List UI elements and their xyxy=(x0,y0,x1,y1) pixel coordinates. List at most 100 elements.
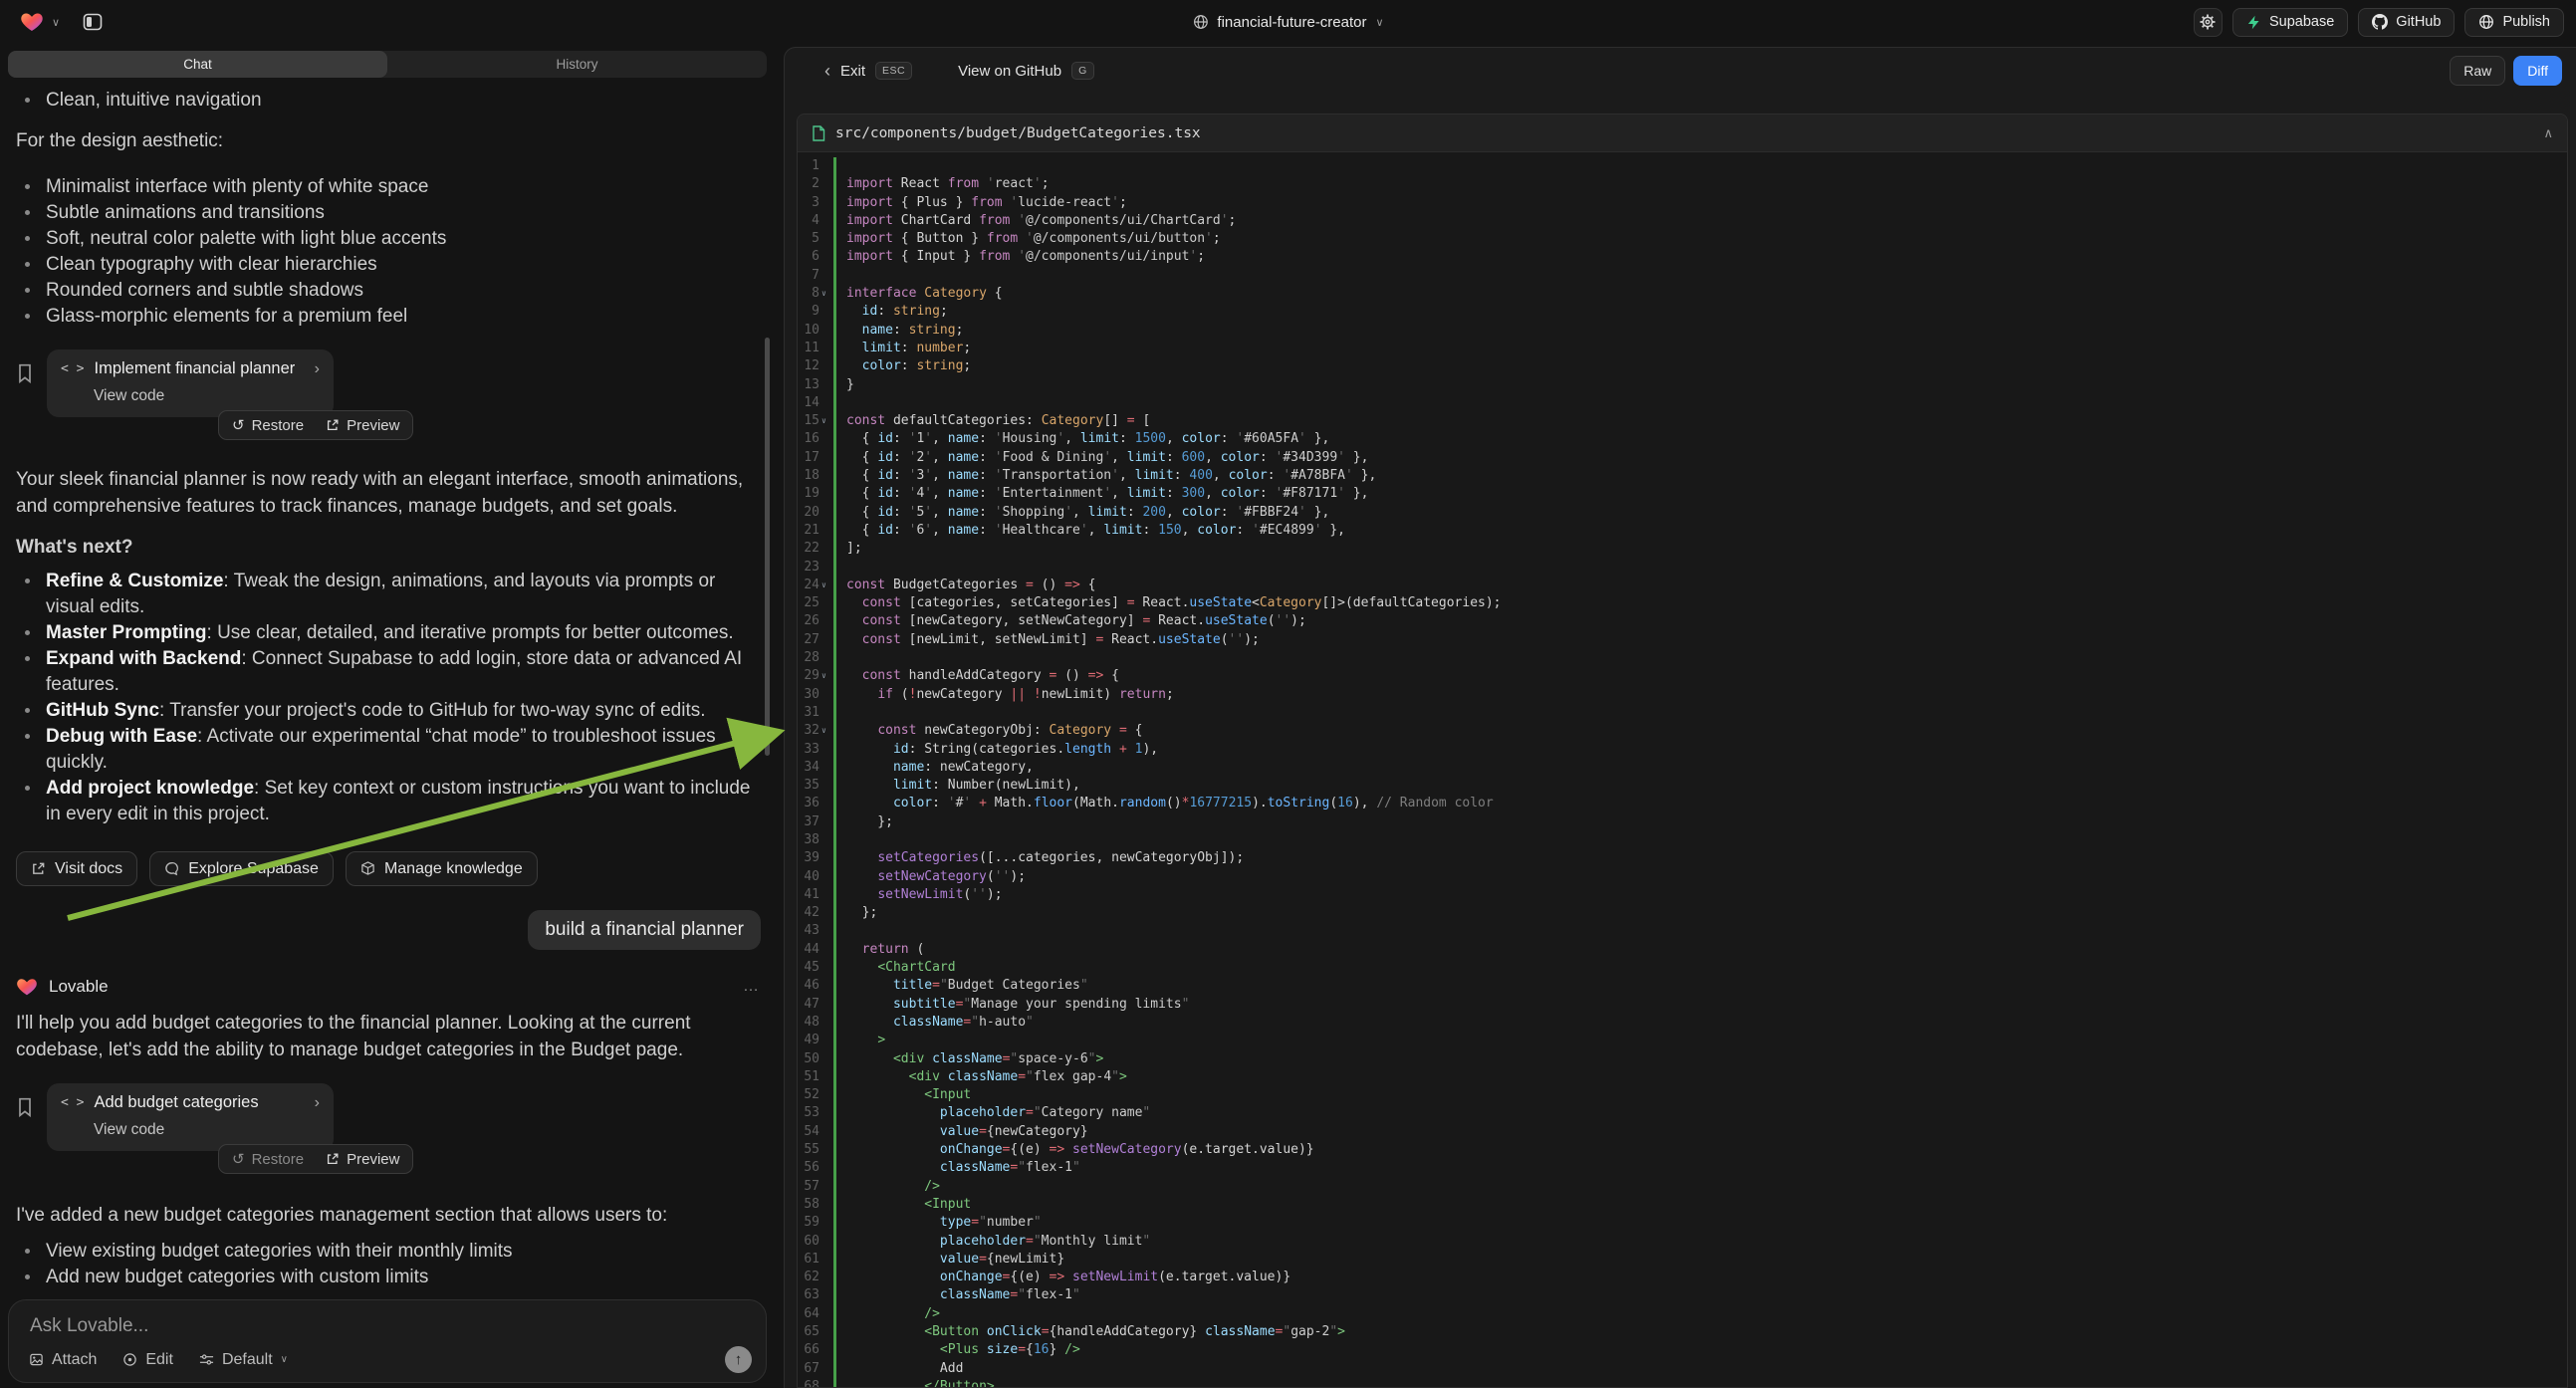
code-line-text xyxy=(836,922,846,940)
list-item-bold: Master Prompting xyxy=(46,622,207,643)
list-item: Minimalist interface with plenty of whit… xyxy=(16,174,761,200)
code-line-text: color: string; xyxy=(836,357,971,375)
mode-selector[interactable]: Default ∨ xyxy=(199,1351,288,1369)
publish-button[interactable]: Publish xyxy=(2464,8,2564,37)
preview-button[interactable]: Preview xyxy=(326,417,399,434)
file-header[interactable]: src/components/budget/BudgetCategories.t… xyxy=(798,115,2567,152)
line-number: 62 xyxy=(804,1269,820,1286)
fold-chevron-icon[interactable]: ∨ xyxy=(821,722,829,740)
visit-docs-button[interactable]: Visit docs xyxy=(16,851,137,886)
restore-button[interactable]: ↺ Restore xyxy=(232,1150,304,1168)
send-button[interactable]: ↑ xyxy=(725,1346,752,1373)
line-number: 34 xyxy=(804,759,820,777)
supabase-button[interactable]: Supabase xyxy=(2232,8,2348,37)
composer-input[interactable]: Ask Lovable... xyxy=(9,1300,766,1337)
code-line: 9 id: string; xyxy=(798,303,2567,321)
edit-label: Edit xyxy=(145,1351,173,1369)
github-button[interactable]: GitHub xyxy=(2358,8,2455,37)
code-line-text: { id: '3', name: 'Transportation', limit… xyxy=(836,467,1376,485)
chat-bubble-icon xyxy=(164,861,179,876)
line-number: 40 xyxy=(804,868,820,886)
sidebar-toggle-button[interactable] xyxy=(78,7,108,37)
code-line-text: ]; xyxy=(836,540,862,558)
code-line-text: const [newCategory, setNewCategory] = Re… xyxy=(836,612,1306,630)
project-selector[interactable]: financial-future-creator ∨ xyxy=(1192,0,1383,44)
settings-button[interactable] xyxy=(2194,8,2223,37)
restore-label: Restore xyxy=(252,417,305,434)
code-line: 1 xyxy=(798,157,2567,175)
line-number: 65 xyxy=(804,1323,820,1341)
diff-button[interactable]: Diff xyxy=(2513,56,2562,86)
chevron-down-icon: ∨ xyxy=(281,1354,288,1365)
tab-history[interactable]: History xyxy=(387,51,767,78)
code-line-text: className="flex-1" xyxy=(836,1159,1080,1177)
code-line-text: onChange={(e) => setNewCategory(e.target… xyxy=(836,1141,1314,1159)
list-item-bold: Refine & Customize xyxy=(46,571,223,591)
preview-button[interactable]: Preview xyxy=(326,1151,399,1168)
code-line: 38 xyxy=(798,831,2567,849)
code-line-text: const handleAddCategory = () => { xyxy=(836,667,1119,685)
exit-button[interactable]: Exit xyxy=(840,63,865,80)
code-line: 17 { id: '2', name: 'Food & Dining', lim… xyxy=(798,449,2567,467)
edit-button[interactable]: Edit xyxy=(122,1351,173,1369)
code-line-text: import { Input } from '@/components/ui/i… xyxy=(836,248,1205,266)
fold-chevron-icon[interactable]: ∨ xyxy=(821,667,829,685)
list-item-bold: Expand with Backend xyxy=(46,648,241,669)
view-code-link[interactable]: View code xyxy=(94,1121,320,1139)
fold-chevron-icon[interactable]: ∨ xyxy=(821,577,829,594)
code-line: 7 xyxy=(798,267,2567,285)
logo-chevron-down-icon[interactable]: ∨ xyxy=(52,16,60,29)
chat-history-tabs: Chat History xyxy=(8,51,767,78)
view-code-link[interactable]: View code xyxy=(94,387,320,405)
code-line-text: { id: '5', name: 'Shopping', limit: 200,… xyxy=(836,504,1329,522)
fold-chevron-icon[interactable]: ∨ xyxy=(821,285,829,303)
manage-knowledge-button[interactable]: Manage knowledge xyxy=(346,851,538,886)
message-menu-ellipsis-icon[interactable]: … xyxy=(743,978,761,996)
attach-button[interactable]: Attach xyxy=(29,1351,97,1369)
restore-button[interactable]: ↺ Restore xyxy=(232,416,304,434)
version-card-add-budget-categories[interactable]: < > Add budget categories › View code xyxy=(47,1083,334,1151)
line-number: 67 xyxy=(804,1360,820,1378)
code-line: 21 { id: '6', name: 'Healthcare', limit:… xyxy=(798,522,2567,540)
list-item: Refine & Customize: Tweak the design, an… xyxy=(16,569,761,620)
list-item: Add project knowledge: Set key context o… xyxy=(16,776,761,827)
tab-chat[interactable]: Chat xyxy=(8,51,387,78)
code-line: 28 xyxy=(798,649,2567,667)
list-item: View existing budget categories with the… xyxy=(16,1239,761,1265)
code-line-text: const [newLimit, setNewLimit] = React.us… xyxy=(836,631,1260,649)
code-line-text: }; xyxy=(836,813,893,831)
code-line: 5import { Button } from '@/components/ui… xyxy=(798,230,2567,248)
view-on-github-button[interactable]: View on GitHub xyxy=(958,63,1061,80)
version-card-implement-financial-planner[interactable]: < > Implement financial planner › View c… xyxy=(47,349,334,417)
code-line-text: <div className="space-y-6"> xyxy=(836,1050,1103,1068)
line-number: 22 xyxy=(804,540,820,558)
line-number: 26 xyxy=(804,612,820,630)
code-line-text: const [categories, setCategories] = Reac… xyxy=(836,594,1502,612)
chat-composer[interactable]: Ask Lovable... Attach Edit xyxy=(8,1299,767,1383)
code-line: 11 limit: number; xyxy=(798,340,2567,357)
line-number: 2 xyxy=(812,175,820,193)
bookmark-icon[interactable] xyxy=(16,363,34,383)
line-number: 54 xyxy=(804,1123,820,1141)
code-line-text: id: String(categories.length + 1), xyxy=(836,741,1158,759)
raw-button[interactable]: Raw xyxy=(2450,56,2505,86)
chat-scrollbar-thumb[interactable] xyxy=(765,338,770,756)
lovable-logo-icon[interactable] xyxy=(20,10,44,34)
fold-chevron-icon[interactable]: ∨ xyxy=(821,412,829,430)
github-icon xyxy=(2372,14,2388,30)
explore-supabase-button[interactable]: Explore Supabase xyxy=(149,851,334,886)
code-line: 46 title="Budget Categories" xyxy=(798,977,2567,995)
explore-supabase-label: Explore Supabase xyxy=(188,860,319,878)
code-line-text: /> xyxy=(836,1305,940,1323)
list-item: Expand with Backend: Connect Supabase to… xyxy=(16,646,761,698)
code-line-text: subtitle="Manage your spending limits" xyxy=(836,996,1189,1014)
collapse-chevron-up-icon[interactable]: ∧ xyxy=(2543,125,2553,141)
visit-docs-label: Visit docs xyxy=(55,860,122,878)
code-line: 52 <Input xyxy=(798,1086,2567,1104)
bookmark-icon[interactable] xyxy=(16,1097,34,1117)
code-line: 33 id: String(categories.length + 1), xyxy=(798,741,2567,759)
code-line-text: placeholder="Category name" xyxy=(836,1104,1150,1122)
list-item-bold: Debug with Ease xyxy=(46,726,197,747)
list-item: GitHub Sync: Transfer your project's cod… xyxy=(16,698,761,724)
design-bullet-list: Minimalist interface with plenty of whit… xyxy=(16,174,761,330)
